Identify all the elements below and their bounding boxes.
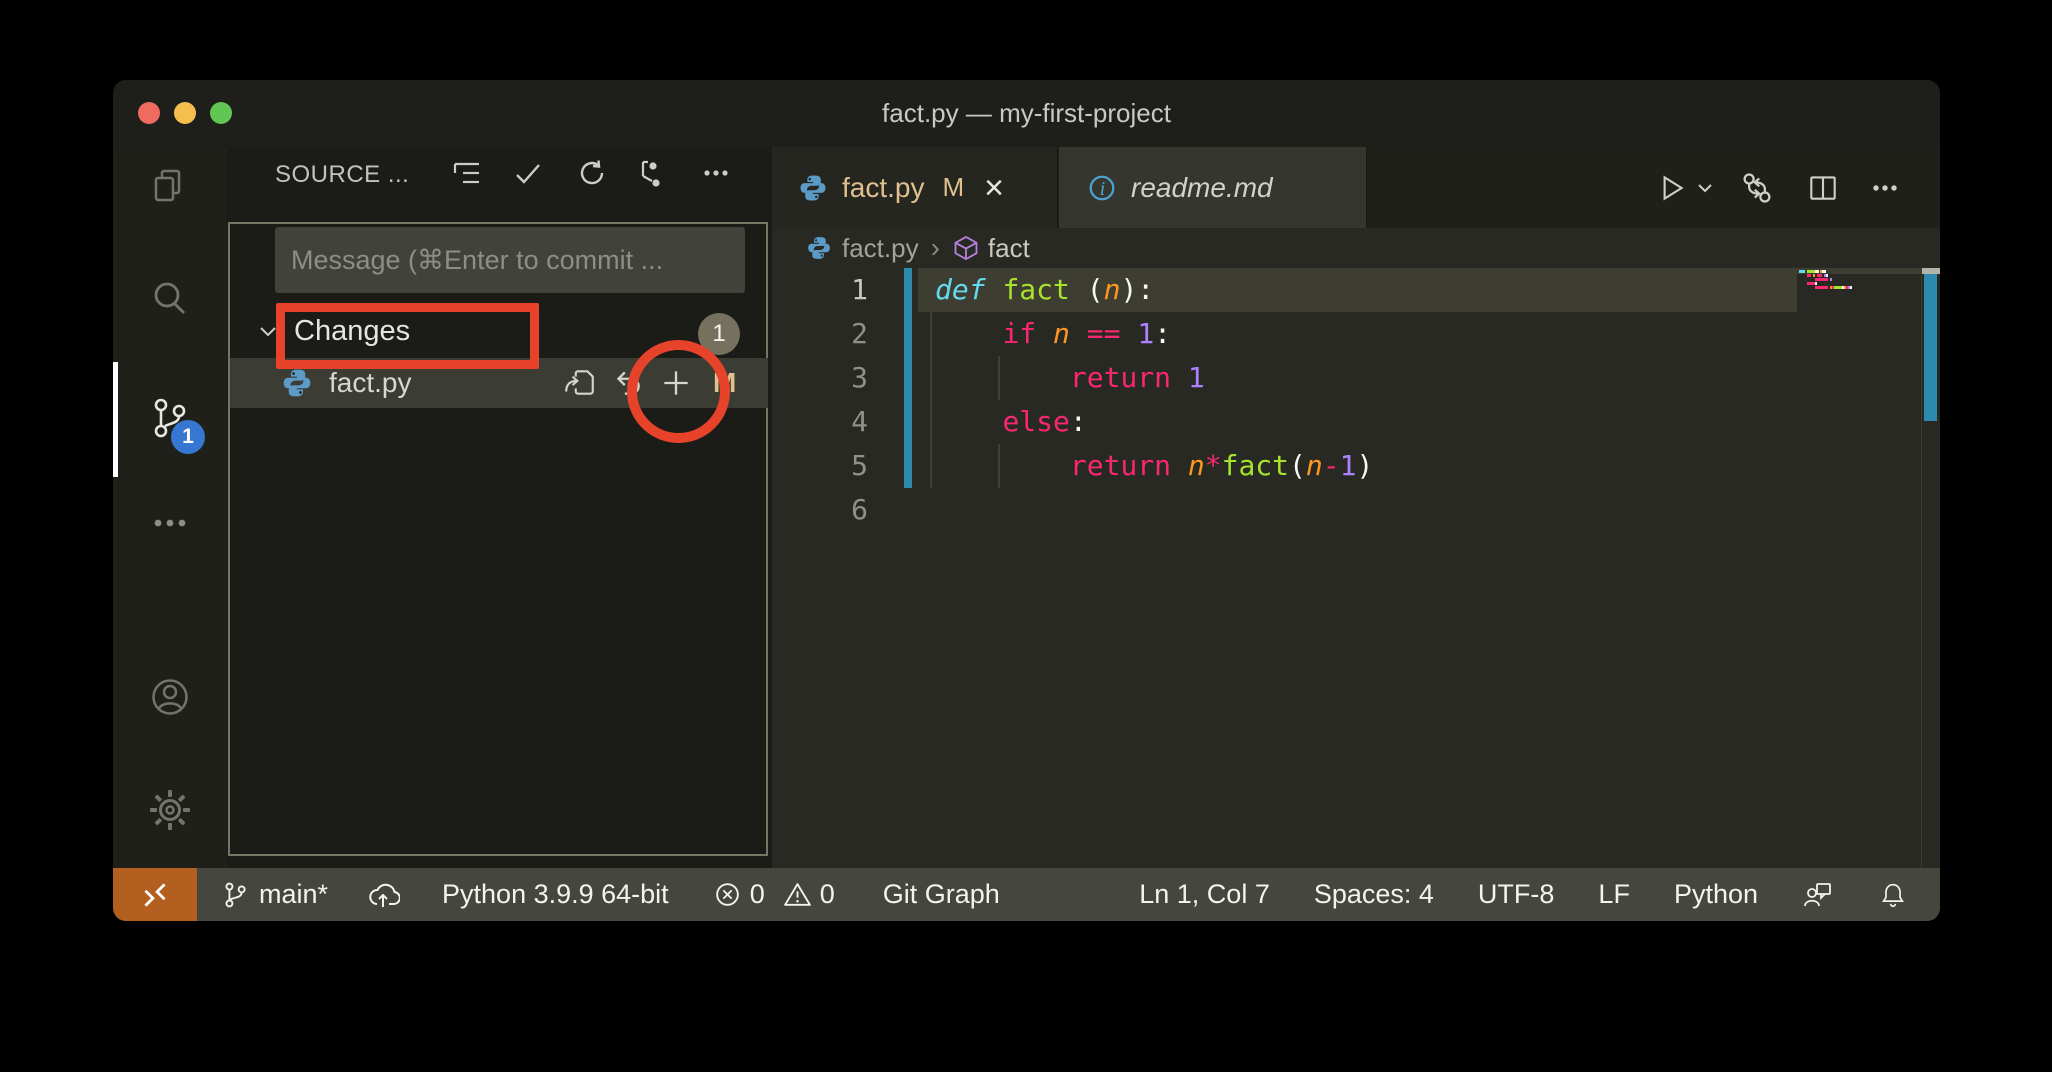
annotation-circle-stage-button [627, 340, 730, 443]
eol-status[interactable]: LF [1598, 879, 1630, 910]
settings-gear-icon[interactable] [113, 784, 227, 836]
minimap-token [1817, 274, 1821, 277]
info-file-icon: i [1087, 173, 1117, 203]
account-icon[interactable] [113, 671, 227, 723]
more-views-icon[interactable] [113, 497, 227, 549]
tab-close-icon[interactable]: × [984, 171, 1004, 205]
breadcrumb-symbol[interactable]: fact [988, 233, 1030, 264]
source-control-badge: 1 [171, 420, 205, 454]
commit-message-input[interactable] [275, 227, 745, 293]
window-title: fact.py — my-first-project [113, 80, 1940, 147]
minimap-token [1850, 286, 1852, 289]
compare-changes-icon[interactable] [1738, 169, 1776, 207]
refresh-icon[interactable] [574, 155, 610, 191]
code-line: if n == 1: [935, 312, 1171, 356]
view-as-tree-icon[interactable] [449, 155, 485, 191]
code-line: return n*fact(n-1) [935, 444, 1373, 488]
source-control-icon[interactable] [113, 392, 227, 444]
line-number: 4 [772, 400, 868, 444]
open-file-icon[interactable] [563, 366, 597, 400]
minimap-token [1815, 278, 1827, 281]
indent-guide [930, 312, 932, 488]
tab-readme-md[interactable]: i readme.md [1059, 147, 1367, 228]
gutter-modified-indicator [904, 268, 912, 488]
git-branch-status[interactable]: main* [221, 879, 328, 910]
code-line: return 1 [935, 356, 1205, 400]
run-file-icon[interactable] [1652, 169, 1690, 207]
language-mode-status[interactable]: Python [1674, 879, 1758, 910]
overview-ruler-modified-bar[interactable] [1924, 273, 1937, 421]
line-number: 5 [772, 444, 868, 488]
editor-group: fact.py M × i readme.md [772, 147, 1940, 868]
interpreter-label: Python 3.9.9 64-bit [442, 879, 669, 910]
minimap[interactable] [1799, 268, 1919, 328]
explorer-icon[interactable] [113, 162, 227, 214]
tab-bar: fact.py M × i readme.md [772, 147, 1940, 228]
breadcrumb-separator: › [931, 232, 940, 264]
sync-changes-cloud-icon[interactable] [366, 880, 400, 910]
code-line: def fact (n): [935, 268, 1154, 312]
tab-label: readme.md [1131, 172, 1273, 204]
svg-text:i: i [1100, 179, 1106, 199]
line-number: 3 [772, 356, 868, 400]
commit-check-icon[interactable] [510, 155, 546, 191]
line-number: 1 [772, 268, 868, 312]
scrollbar-divider [1921, 268, 1922, 868]
encoding-status[interactable]: UTF-8 [1478, 879, 1555, 910]
python-file-icon [281, 367, 313, 399]
more-actions-icon[interactable] [698, 155, 734, 191]
python-file-icon [806, 235, 832, 261]
problems-status[interactable]: 0 0 [713, 879, 835, 910]
minimap-token [1815, 282, 1817, 285]
symbol-class-cube-icon [952, 234, 980, 262]
minimap-token [1813, 274, 1815, 277]
python-interpreter-status[interactable]: Python 3.9.9 64-bit [442, 879, 669, 910]
cursor-position-status[interactable]: Ln 1, Col 7 [1139, 879, 1270, 910]
minimap-token [1826, 274, 1828, 277]
minimap-token [1834, 286, 1842, 289]
minimap-token [1807, 274, 1811, 277]
search-icon[interactable] [113, 274, 227, 326]
notifications-bell-icon[interactable] [1878, 880, 1908, 910]
activity-bar: 1 [113, 147, 227, 868]
branch-name: main* [259, 879, 328, 910]
source-control-sidebar: SOURCE ... [227, 147, 772, 868]
git-graph-label: Git Graph [883, 879, 1000, 910]
indentation-status[interactable]: Spaces: 4 [1314, 879, 1434, 910]
changed-file-name: fact.py [329, 367, 411, 399]
git-graph-status[interactable]: Git Graph [883, 879, 1000, 910]
breadcrumb-file[interactable]: fact.py [842, 233, 919, 264]
minimap-token [1815, 286, 1827, 289]
tab-modified-indicator: M [942, 172, 964, 203]
feedback-icon[interactable] [1802, 879, 1834, 911]
code-editor[interactable]: 123456 def fact (n): if n == 1: return 1… [772, 268, 1940, 868]
tab-label: fact.py [842, 172, 924, 204]
warning-count: 0 [820, 879, 835, 910]
minimap-token [1807, 282, 1815, 285]
remote-indicator[interactable] [113, 868, 197, 921]
line-number: 2 [772, 312, 868, 356]
status-bar: main* Python 3.9.9 64-bit 0 0 Git Graph [113, 868, 1940, 921]
breadcrumb[interactable]: fact.py › fact [772, 228, 1940, 268]
minimap-token [1799, 270, 1805, 273]
error-count: 0 [750, 879, 765, 910]
annotation-rectangle-changes [276, 303, 539, 369]
vscode-window: fact.py — my-first-project 1 [113, 80, 1940, 921]
python-file-icon [798, 173, 828, 203]
minimap-token [1822, 270, 1826, 273]
run-dropdown-chevron-icon[interactable] [1692, 169, 1718, 207]
minimap-token [1807, 270, 1815, 273]
overview-ruler-cursor-mark [1922, 268, 1940, 274]
sidebar-title: SOURCE ... [275, 157, 409, 193]
split-editor-icon[interactable] [1804, 169, 1842, 207]
code-line: else: [935, 400, 1087, 444]
title-bar: fact.py — my-first-project [113, 80, 1940, 147]
line-number: 6 [772, 488, 868, 532]
minimap-token [1830, 278, 1832, 281]
editor-more-actions-icon[interactable] [1866, 169, 1904, 207]
tab-fact-py[interactable]: fact.py M × [772, 147, 1058, 228]
git-graph-header-icon[interactable] [630, 155, 666, 191]
